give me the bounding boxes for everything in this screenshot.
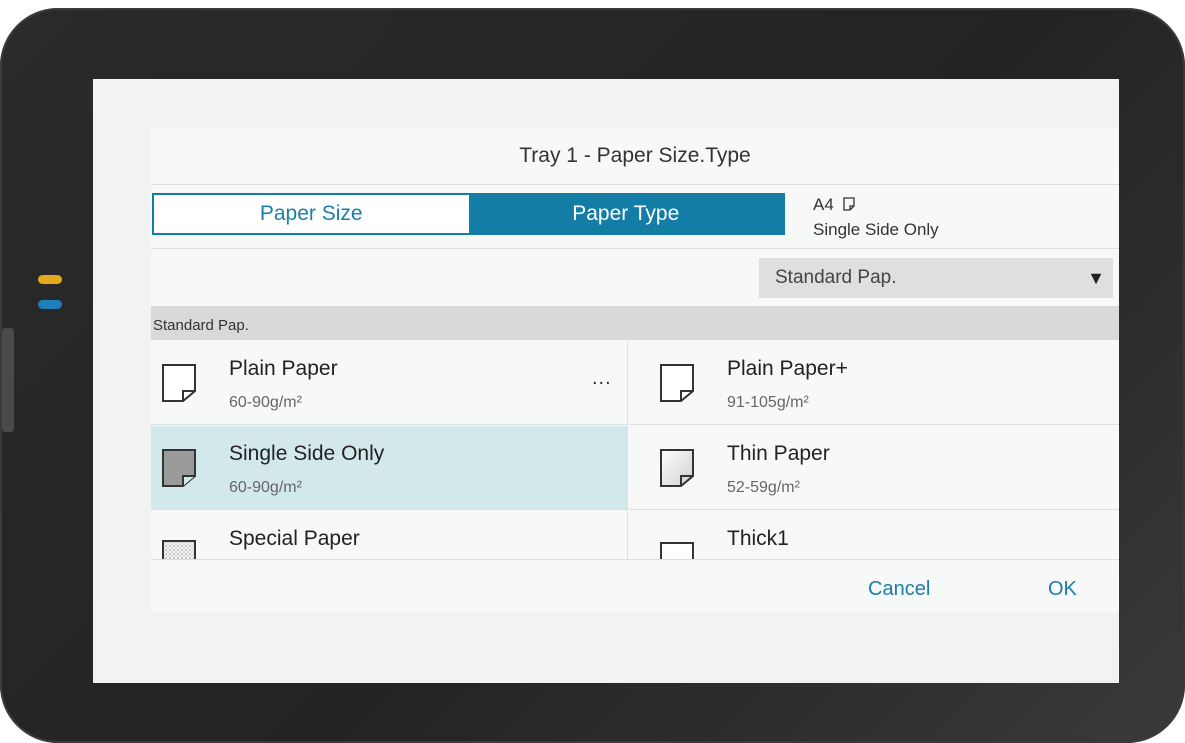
paper-settings-dialog: Tray 1 - Paper Size.Type Paper Size Pape… [151,128,1119,612]
paper-size-value: A4 [813,195,834,214]
list-item-plain-paper-plus[interactable]: Plain Paper+ 91-105g/m² [629,341,1119,425]
print-mode-value: Single Side Only [813,219,939,239]
tab-paper-type[interactable]: Paper Type [468,195,783,233]
dialog-footer: Cancel OK [151,559,1119,613]
item-name: Special Paper [229,527,360,550]
status-led-yellow [38,275,62,284]
ok-button[interactable]: OK [1048,578,1077,601]
gray-paper-icon [161,448,197,493]
current-setting-status: A4 Single Side Only [813,193,939,242]
dropdown-selected-value: Standard Pap. [775,267,897,288]
status-led-blue [38,300,62,309]
dialog-title: Tray 1 - Paper Size.Type [151,128,1119,185]
textured-paper-icon [161,533,197,559]
list-item-single-side-only[interactable]: Single Side Only 60-90g/m² [151,426,628,510]
section-header: Standard Pap. [151,306,1119,340]
thin-paper-icon [659,448,695,493]
triangle-down-icon: ▼ [1087,268,1105,288]
list-item-thick1[interactable]: Thick1 [629,511,1119,559]
thick-paper-icon [659,533,695,559]
item-name: Single Side Only [229,442,385,465]
paper-icon [161,363,197,408]
device-side-button[interactable] [2,328,14,432]
item-name: Thick1 [727,527,789,550]
list-item-plain-paper[interactable]: Plain Paper 60-90g/m² ... [151,341,628,425]
cancel-button[interactable]: Cancel [868,578,930,601]
item-weight: 91-105g/m² [727,394,809,411]
item-weight: 60-90g/m² [229,394,302,411]
more-options-icon[interactable]: ... [592,367,612,390]
tab-bar: Paper Size Paper Type [152,193,785,235]
list-item-special-paper[interactable]: Special Paper [151,511,628,559]
item-weight: 52-59g/m² [727,479,800,496]
item-weight: 60-90g/m² [229,479,302,496]
paper-category-dropdown[interactable]: Standard Pap. ▼ [759,258,1113,298]
paper-icon [659,363,695,408]
item-name: Thin Paper [727,442,830,465]
divider [151,248,1119,249]
paper-type-list: Plain Paper 60-90g/m² ... Plain Paper+ 9… [151,341,1119,559]
list-item-thin-paper[interactable]: Thin Paper 52-59g/m² [629,426,1119,510]
item-name: Plain Paper [229,357,338,380]
tab-paper-size[interactable]: Paper Size [154,195,469,233]
touch-screen: Tray 1 - Paper Size.Type Paper Size Pape… [93,79,1119,683]
document-icon [842,194,855,218]
item-name: Plain Paper+ [727,357,848,380]
